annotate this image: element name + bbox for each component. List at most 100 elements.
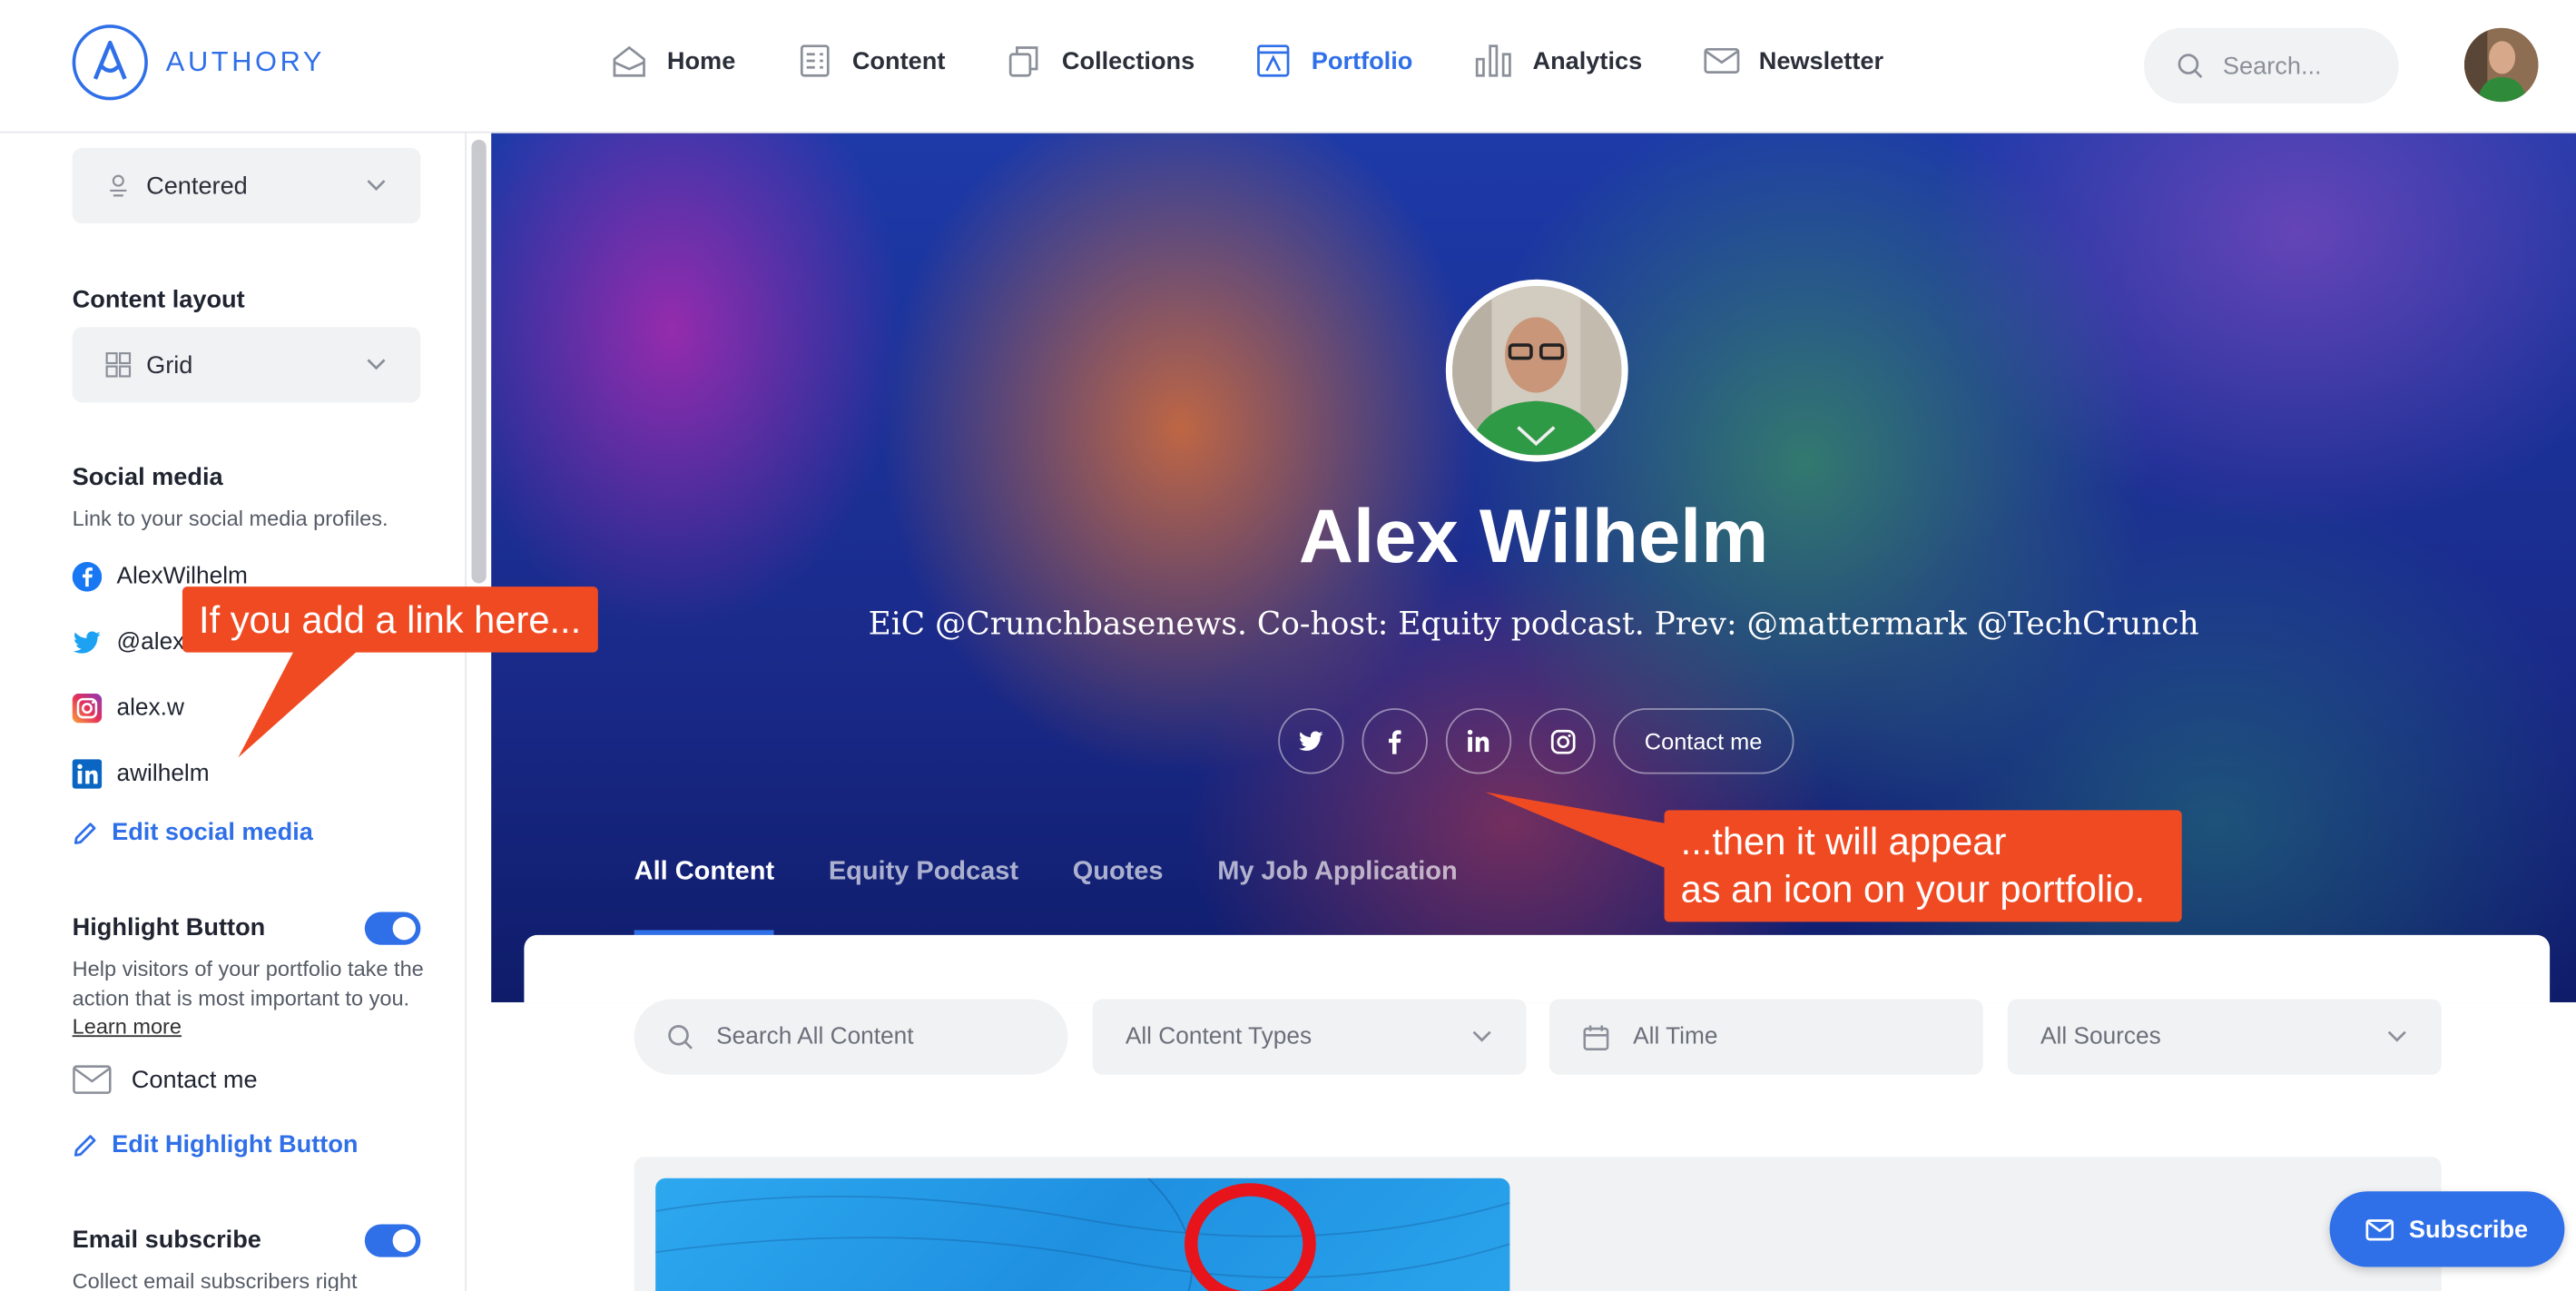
social-media-subtitle: Link to your social media profiles. [72, 506, 388, 531]
content-panel [524, 934, 2551, 1003]
twitter-icon [1298, 731, 1323, 751]
content-layout-value: Grid [146, 350, 193, 379]
search-icon [2178, 54, 2203, 79]
edit-social-media-label: Edit social media [112, 818, 313, 847]
tab-equity-podcast[interactable]: Equity Podcast [829, 858, 1018, 921]
sidebar-scrollbar[interactable] [471, 139, 487, 584]
user-avatar[interactable] [2464, 27, 2539, 103]
time-range-value: All Time [1633, 1023, 1718, 1050]
content-icon [800, 44, 830, 77]
facebook-icon [72, 562, 103, 592]
nav-portfolio-label: Portfolio [1311, 46, 1413, 75]
search-icon [668, 1024, 693, 1050]
subscribe-button[interactable]: Subscribe [2329, 1191, 2565, 1267]
right-annotation-line1: ...then it will appear [1680, 820, 2007, 863]
twitter-icon [73, 631, 101, 654]
time-range-select[interactable]: All Time [1549, 999, 1983, 1075]
hero-linkedin-button[interactable] [1445, 708, 1512, 774]
social-handle-instagram: alex.w [116, 695, 184, 722]
nav-analytics[interactable]: Analytics [1473, 43, 1642, 79]
profile-name: Alex Wilhelm [1298, 493, 1769, 579]
linkedin-icon [72, 759, 103, 789]
top-search-box[interactable] [2144, 27, 2399, 104]
main-nav: Home Content Collections Portfolio Analy… [611, 43, 1944, 79]
nav-analytics-label: Analytics [1532, 46, 1643, 75]
facebook-icon [1388, 730, 1401, 754]
chevron-down-icon [1472, 1030, 1491, 1042]
email-subscribe-toggle[interactable] [364, 1224, 421, 1257]
hero-facebook-button[interactable] [1362, 708, 1428, 774]
nav-newsletter-label: Newsletter [1758, 46, 1884, 75]
align-center-icon [110, 174, 127, 197]
nav-content-label: Content [851, 46, 946, 75]
right-annotation-line2: as an icon on your portfolio. [1680, 867, 2146, 911]
hero-twitter-button[interactable] [1278, 708, 1344, 774]
highlight-button-subtitle: Help visitors of your portfolio take the… [73, 955, 434, 1041]
subscribe-label: Subscribe [2408, 1215, 2529, 1244]
sources-select[interactable]: All Sources [2007, 999, 2442, 1075]
brand-logo[interactable]: AUTHORY [72, 25, 326, 101]
email-subscribe-subtitle: Collect email subscribers right [72, 1268, 358, 1291]
tab-all-content[interactable]: All Content [634, 858, 775, 937]
nav-collections-label: Collections [1061, 46, 1195, 75]
authory-logo-icon [72, 25, 148, 101]
content-type-select[interactable]: All Content Types [1092, 999, 1527, 1075]
collections-icon [1009, 46, 1039, 77]
envelope-icon [2365, 1218, 2394, 1240]
hero-social-icons: Contact me [1278, 708, 1794, 774]
edit-highlight-button-label: Edit Highlight Button [112, 1130, 359, 1159]
top-navigation: AUTHORY Home Content Collections Portfol… [0, 0, 2576, 133]
highlight-button-toggle[interactable] [364, 912, 421, 945]
social-handle-linkedin: awilhelm [116, 761, 210, 787]
envelope-icon [73, 1065, 112, 1094]
chevron-down-icon [367, 180, 386, 192]
pencil-icon [74, 1134, 96, 1156]
chevron-down-icon [2387, 1030, 2406, 1042]
highlight-button-value: Contact me [73, 1065, 258, 1095]
right-callout-pointer [1485, 792, 1685, 876]
edit-social-media-link[interactable]: Edit social media [73, 818, 313, 846]
content-card-image[interactable] [655, 1178, 1510, 1291]
nav-portfolio[interactable]: Portfolio [1255, 43, 1412, 79]
portfolio-tabs: All Content Equity Podcast Quotes My Job… [634, 858, 1512, 937]
portfolio-icon [1257, 44, 1290, 77]
left-annotation: If you add a link here... [182, 586, 598, 653]
hero-contact-button[interactable]: Contact me [1613, 708, 1794, 774]
nav-collections[interactable]: Collections [1006, 43, 1195, 79]
nav-newsletter[interactable]: Newsletter [1703, 43, 1883, 79]
tab-my-job-application[interactable]: My Job Application [1217, 858, 1457, 921]
header-layout-value: Centered [146, 172, 248, 200]
instagram-icon [72, 693, 103, 724]
top-search-input[interactable] [2222, 52, 2387, 80]
content-type-value: All Content Types [1125, 1023, 1313, 1050]
brand-name: AUTHORY [165, 45, 326, 78]
newsletter-icon [1703, 47, 1739, 74]
edit-highlight-button-link[interactable]: Edit Highlight Button [73, 1130, 359, 1158]
nav-content[interactable]: Content [796, 43, 945, 79]
highlight-button-label: Contact me [131, 1065, 258, 1094]
content-layout-title: Content layout [72, 285, 245, 314]
hero-instagram-button[interactable] [1529, 708, 1596, 774]
content-search-box[interactable]: Search All Content [634, 999, 1068, 1075]
grid-icon [105, 352, 132, 378]
learn-more-link[interactable]: Learn more [73, 1014, 182, 1039]
chevron-down-icon [367, 359, 386, 370]
email-subscribe-title: Email subscribe [72, 1226, 261, 1255]
nav-home-label: Home [666, 46, 736, 75]
highlight-button-title: Highlight Button [72, 913, 266, 942]
pencil-icon [74, 822, 96, 843]
nav-home[interactable]: Home [611, 43, 735, 79]
instagram-icon [1549, 728, 1575, 754]
right-annotation: ...then it will appear as an icon on you… [1664, 810, 2182, 922]
sources-value: All Sources [2040, 1023, 2161, 1050]
content-search-placeholder: Search All Content [716, 1023, 914, 1050]
tab-quotes[interactable]: Quotes [1073, 858, 1164, 921]
home-icon [613, 45, 645, 77]
social-profile-twitter: @alex [73, 627, 185, 657]
social-handle-twitter: @alex [116, 629, 185, 656]
linkedin-icon [1467, 729, 1490, 753]
left-callout-pointer [238, 647, 362, 758]
social-media-title: Social media [72, 463, 223, 492]
content-layout-select[interactable]: Grid [72, 327, 421, 403]
header-layout-select[interactable]: Centered [72, 147, 421, 224]
